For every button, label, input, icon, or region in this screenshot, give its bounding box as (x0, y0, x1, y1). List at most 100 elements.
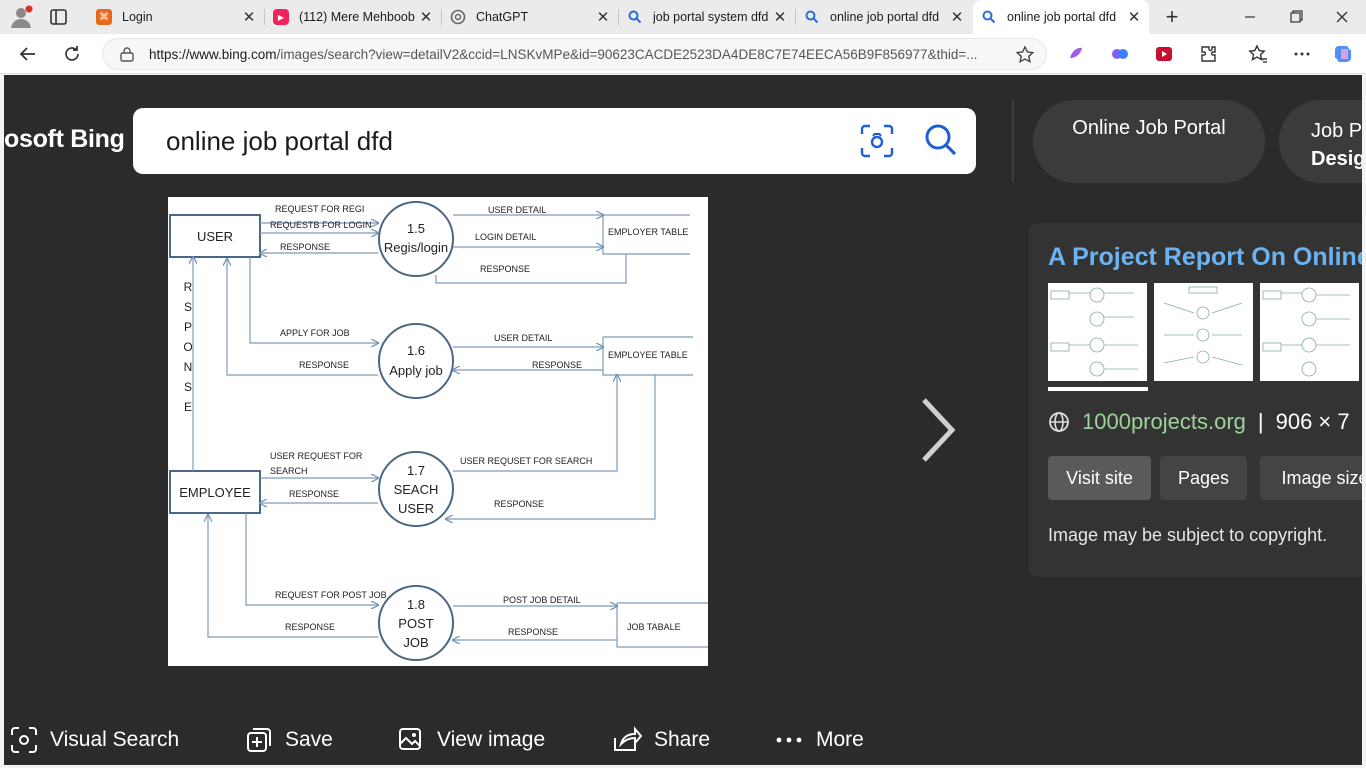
svg-text:RESPONSE: RESPONSE (508, 627, 558, 637)
bing-logo[interactable]: osoft Bing (4, 125, 125, 154)
svg-text:RESPONSE: RESPONSE (289, 489, 339, 499)
search-icon[interactable] (923, 122, 959, 158)
svg-text:RESPONSE: RESPONSE (280, 242, 330, 252)
bing-image-viewer: osoft Bing online job portal dfd Online … (4, 75, 1362, 765)
svg-text:P: P (184, 320, 192, 334)
svg-text:APPLY FOR JOB: APPLY FOR JOB (280, 328, 350, 338)
tab-label: ChatGPT (476, 10, 529, 24)
share-button[interactable]: Share (612, 715, 710, 765)
favorites-icon[interactable] (1242, 38, 1274, 70)
related-chip-job-portal-design[interactable]: Job P Desig (1279, 100, 1362, 183)
svg-text:1.8: 1.8 (407, 597, 425, 612)
save-button[interactable]: Save (245, 715, 333, 765)
dfd-diagram: USER EMPLOYEE 1.5 Regis/login 1.6 Apply … (169, 201, 708, 661)
source-row: 1000projects.org | 906 × 7 (1048, 409, 1350, 435)
brain-extension-icon[interactable] (1104, 38, 1136, 70)
tab-label: (112) Mere Mehboob (299, 10, 415, 24)
search-box[interactable]: online job portal dfd (133, 108, 976, 174)
svg-text:REQUEST FOR REGI: REQUEST FOR REGI (275, 204, 364, 214)
close-icon[interactable]: ✕ (592, 8, 614, 26)
tab-actions-icon[interactable] (48, 7, 70, 27)
thumbnail-3[interactable] (1260, 283, 1359, 381)
view-image-label: View image (437, 728, 546, 751)
site-info-icon[interactable] (119, 47, 135, 68)
svg-text:SEACH: SEACH (394, 482, 439, 497)
visual-search-camera-icon[interactable] (859, 123, 895, 159)
svg-text:JOB: JOB (403, 635, 428, 650)
tab-chatgpt[interactable]: ChatGPT ✕ (442, 0, 618, 34)
close-icon[interactable]: ✕ (1123, 8, 1145, 26)
tab-label: online job portal dfd (830, 10, 940, 24)
close-icon[interactable]: ✕ (238, 8, 260, 26)
close-icon[interactable]: ✕ (415, 8, 437, 26)
close-icon[interactable]: ✕ (769, 8, 791, 26)
profile-avatar[interactable] (8, 5, 34, 29)
youtube-favicon-icon: ▶ (273, 9, 289, 25)
save-collection-icon (247, 728, 271, 752)
svg-text:1.5: 1.5 (407, 221, 425, 236)
back-button[interactable] (12, 38, 44, 70)
visual-search-button[interactable]: Visual Search (10, 715, 179, 765)
image-dimensions: 906 × 7 (1275, 409, 1350, 434)
result-image[interactable]: USER EMPLOYEE 1.5 Regis/login 1.6 Apply … (168, 197, 708, 666)
favorite-star-icon[interactable] (1015, 45, 1035, 70)
svg-text:EMPLOYER TABLE: EMPLOYER TABLE (608, 227, 688, 237)
image-size-button[interactable]: Image size (1260, 456, 1362, 500)
chip-label: Online Job Portal (1072, 117, 1226, 139)
thumbnail-1[interactable] (1048, 283, 1147, 381)
search-input[interactable]: online job portal dfd (166, 126, 393, 157)
more-dots-icon (776, 737, 802, 743)
next-image-chevron-icon[interactable] (914, 395, 964, 465)
header-divider (1012, 100, 1014, 182)
svg-text:JOB TABALE: JOB TABALE (627, 622, 681, 632)
svg-text:POST JOB DETAIL: POST JOB DETAIL (503, 595, 581, 605)
view-image-button[interactable]: View image (397, 715, 545, 765)
new-tab-button[interactable]: + (1160, 6, 1184, 28)
thumbnail-selected-indicator (1048, 387, 1148, 391)
source-separator: | (1257, 409, 1264, 434)
chip-label: Job P (1311, 120, 1362, 142)
globe-icon (1049, 412, 1069, 432)
close-icon[interactable]: ✕ (946, 8, 968, 26)
minimize-button[interactable] (1236, 8, 1264, 26)
video-extension-icon[interactable] (1148, 38, 1180, 70)
tab-youtube[interactable]: ▶ (112) Mere Mehboob ✕ (265, 0, 441, 34)
extensions-icon[interactable] (1192, 38, 1224, 70)
related-chip-online-job-portal[interactable]: Online Job Portal (1033, 100, 1265, 183)
more-menu-icon[interactable] (1286, 38, 1318, 70)
visit-site-button[interactable]: Visit site (1048, 456, 1151, 500)
result-title-link[interactable]: A Project Report On Online (1048, 243, 1362, 272)
svg-text:SEARCH: SEARCH (270, 466, 308, 476)
svg-text:POST: POST (398, 616, 433, 631)
svg-text:RESPONSE: RESPONSE (299, 360, 349, 370)
url-text: https://www.bing.com/images/search?view=… (149, 47, 978, 62)
restore-button[interactable] (1282, 8, 1310, 26)
svg-text:USER REQUEST FOR: USER REQUEST FOR (270, 451, 363, 461)
designer-extension-icon[interactable] (1060, 38, 1092, 70)
image-action-bar: Visual Search Save View image Share More (4, 715, 1362, 765)
svg-text:O: O (183, 340, 192, 354)
svg-text:RESPONSE: RESPONSE (285, 622, 335, 632)
svg-text:R: R (184, 280, 193, 294)
pages-button[interactable]: Pages (1160, 456, 1247, 500)
tab-online-job-portal-1[interactable]: online job portal dfd ✕ (796, 0, 972, 34)
thumbnail-2[interactable] (1154, 283, 1253, 381)
svg-text:RESPONSE: RESPONSE (480, 264, 530, 274)
tab-online-job-portal-active[interactable]: online job portal dfd ✕ (973, 0, 1149, 34)
user-entity-label: USER (197, 229, 233, 244)
tab-job-portal-system[interactable]: job portal system dfd ✕ (619, 0, 795, 34)
copilot-icon[interactable] (1328, 38, 1360, 70)
svg-text:S: S (184, 300, 192, 314)
back-arrow-icon (19, 47, 35, 61)
refresh-button[interactable] (56, 38, 88, 70)
url-bar[interactable]: https://www.bing.com/images/search?view=… (102, 38, 1047, 70)
search-favicon-icon (804, 9, 820, 25)
source-domain-link[interactable]: 1000projects.org (1082, 409, 1246, 435)
login-favicon-icon: ⌘ (96, 9, 112, 25)
more-options-button[interactable]: More (774, 715, 864, 765)
svg-text:USER REQUSET FOR SEARCH: USER REQUSET FOR SEARCH (460, 456, 592, 466)
tab-label: job portal system dfd (653, 10, 769, 24)
visual-search-label: Visual Search (50, 728, 180, 751)
close-window-button[interactable] (1328, 8, 1356, 26)
tab-login[interactable]: ⌘ Login ✕ (88, 0, 264, 34)
